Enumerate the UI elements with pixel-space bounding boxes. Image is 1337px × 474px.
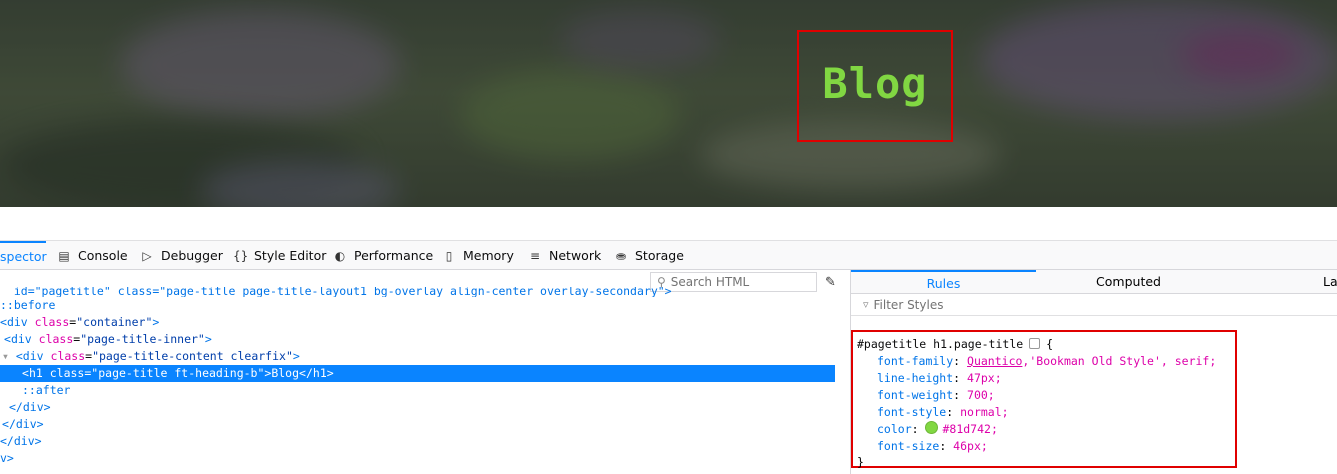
debugger-icon: ▷ bbox=[142, 248, 152, 263]
tab-style-editor[interactable]: {} Style Editor bbox=[233, 241, 326, 270]
markup-line[interactable]: id="pagetitle" class="page-title page-ti… bbox=[0, 287, 835, 297]
tab-console[interactable]: ▤ Console bbox=[57, 241, 128, 270]
markup-line[interactable]: </div> bbox=[0, 433, 835, 450]
tab-computed[interactable]: Computed bbox=[1036, 270, 1221, 293]
hero-overlay bbox=[0, 0, 1337, 207]
declaration-color[interactable]: color: #81d742; bbox=[877, 421, 998, 438]
tab-label: Computed bbox=[1096, 274, 1161, 289]
sidebar-tabs: Rules Computed La bbox=[851, 270, 1337, 294]
tab-inspector[interactable]: spector bbox=[0, 241, 47, 270]
console-icon: ▤ bbox=[58, 248, 70, 263]
network-icon: ≡ bbox=[529, 248, 541, 263]
tab-label: Console bbox=[78, 248, 128, 263]
declaration-font-style[interactable]: font-style: normal; bbox=[877, 404, 1009, 421]
tab-label: Network bbox=[549, 248, 602, 263]
rule-selector-line: #pagetitle h1.page-title { bbox=[857, 336, 1053, 353]
markup-line[interactable]: </div> bbox=[0, 399, 835, 416]
braces-icon: {} bbox=[233, 248, 249, 263]
filter-icon: ▿ bbox=[863, 298, 869, 311]
markup-panel: ⚲ Search HTML ✎ id="pagetitle" class="pa… bbox=[0, 270, 836, 474]
font-link[interactable]: Quantico bbox=[967, 354, 1022, 368]
css-rule-highlighted: #pagetitle h1.page-title { font-family: Q… bbox=[851, 330, 1237, 469]
markup-line[interactable]: <div class="container"> bbox=[0, 314, 835, 331]
filter-styles-input[interactable]: ▿ Filter Styles bbox=[851, 294, 1337, 316]
declaration-font-family[interactable]: font-family: Quantico,'Bookman Old Style… bbox=[877, 353, 1216, 370]
memory-chip-icon: ▯ bbox=[445, 248, 453, 263]
rule-gear-icon[interactable] bbox=[1029, 338, 1041, 349]
tab-label: spector bbox=[0, 249, 47, 264]
tab-label: Performance bbox=[354, 248, 434, 263]
rule-selector[interactable]: #pagetitle h1.page-title bbox=[857, 337, 1023, 351]
filter-placeholder: Filter Styles bbox=[873, 297, 944, 312]
database-icon: ⛂ bbox=[615, 248, 627, 263]
tab-debugger[interactable]: ▷ Debugger bbox=[140, 241, 223, 270]
gauge-icon: ◐ bbox=[334, 248, 346, 263]
tab-network[interactable]: ≡ Network bbox=[528, 241, 601, 270]
markup-line-selected[interactable]: <h1 class="page-title ft-heading-b">Blog… bbox=[0, 365, 835, 382]
markup-line[interactable]: <div class="page-title-inner"> bbox=[0, 331, 835, 348]
color-swatch-icon[interactable] bbox=[925, 421, 939, 434]
tab-memory[interactable]: ▯ Memory bbox=[442, 241, 514, 270]
tab-label: Style Editor bbox=[254, 248, 327, 263]
page-hero-banner: Blog bbox=[0, 0, 1337, 207]
markup-line[interactable]: </div> bbox=[0, 416, 835, 433]
markup-line[interactable]: ▾ <div class="page-title-content clearfi… bbox=[0, 348, 835, 365]
tab-performance[interactable]: ◐ Performance bbox=[333, 241, 433, 270]
tab-label: Storage bbox=[635, 248, 684, 263]
close-brace-line: } bbox=[857, 455, 864, 469]
markup-line[interactable]: v> bbox=[0, 450, 835, 467]
devtools-toolbar: spector ▤ Console ▷ Debugger {} Style Ed… bbox=[0, 240, 1337, 270]
tab-label: Memory bbox=[463, 248, 514, 263]
tab-rules[interactable]: Rules bbox=[851, 270, 1036, 293]
open-brace: { bbox=[1046, 337, 1054, 351]
rules-panel: Rules Computed La ▿ Filter Styles #paget… bbox=[850, 270, 1337, 474]
tab-layout[interactable]: La bbox=[1323, 270, 1337, 293]
tab-storage[interactable]: ⛂ Storage bbox=[614, 241, 684, 270]
declaration-font-size[interactable]: font-size: 46px; bbox=[877, 438, 988, 455]
declaration-line-height[interactable]: line-height: 47px; bbox=[877, 370, 1002, 387]
markup-line[interactable]: ::after bbox=[0, 382, 835, 399]
markup-tree: id="pagetitle" class="page-title page-ti… bbox=[0, 287, 835, 467]
tab-label: La bbox=[1323, 274, 1337, 289]
tab-label: Debugger bbox=[161, 248, 223, 263]
highlight-box-title: Blog bbox=[797, 30, 953, 142]
tab-label: Rules bbox=[926, 276, 961, 291]
page-title: Blog bbox=[822, 59, 928, 108]
declaration-font-weight[interactable]: font-weight: 700; bbox=[877, 387, 995, 404]
markup-line[interactable]: ::before bbox=[0, 297, 835, 314]
